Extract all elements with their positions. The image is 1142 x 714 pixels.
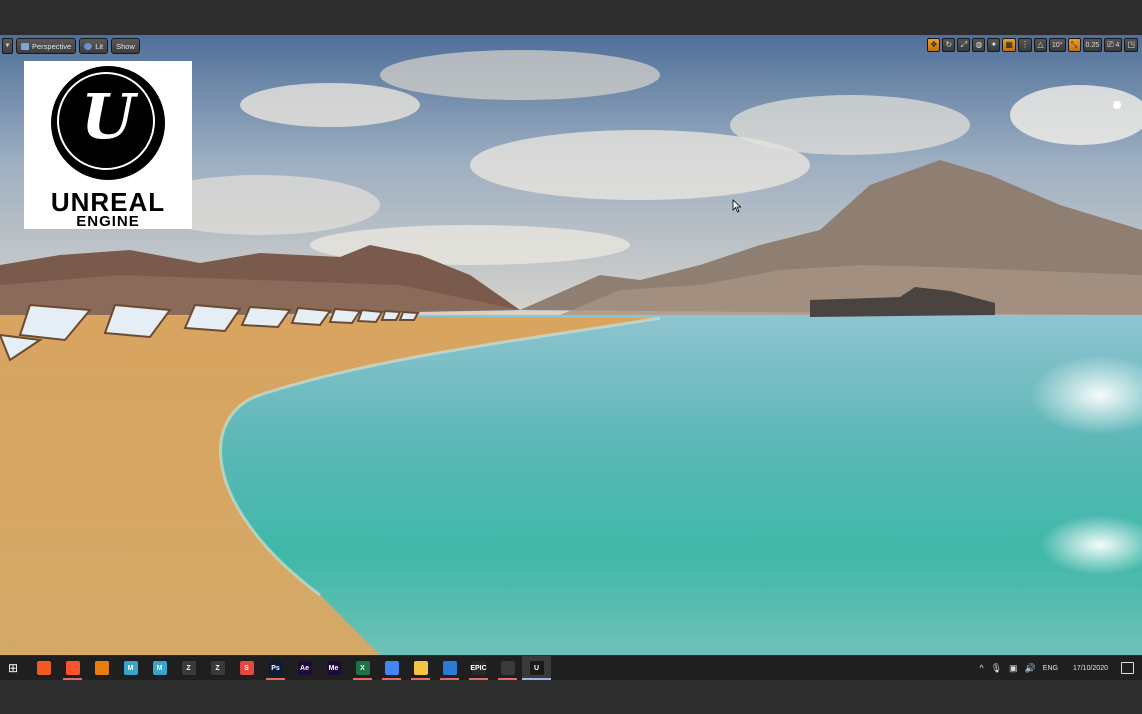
scale-mode-button[interactable]: ⤢ (957, 38, 971, 52)
camera-speed-button[interactable]: ⎚ 4 (1104, 38, 1123, 52)
photos-icon (442, 661, 457, 675)
rotate-icon: ↻ (945, 40, 953, 49)
scale-icon: ⤢ (960, 40, 968, 49)
taskbar-app-substance[interactable]: S (232, 656, 261, 680)
taskbar-app-obs[interactable] (493, 656, 522, 680)
chevron-down-icon: ▼ (4, 43, 11, 49)
maximize-icon: ◳ (1127, 40, 1135, 49)
blender-icon (94, 661, 109, 675)
taskbar-app-epic-games[interactable]: EPIC (464, 656, 493, 680)
network-icon[interactable]: ▣ (1009, 663, 1018, 674)
viewport-toolbar-right: ✥ ↻ ⤢ ◍ ✦ ▦ ⋮ △ 10° ⤡ 0.25 ⎚ 4 ◳ (927, 38, 1138, 52)
camera-speed-value: 4 (1115, 41, 1120, 49)
origin-icon (36, 661, 51, 675)
system-tray: ^ 🎙 ▣ 🔊 ENG 17/10/2020 (979, 656, 1142, 680)
lit-label: Lit (95, 41, 104, 51)
media-encoder-icon: Me (326, 661, 341, 675)
show-button[interactable]: Show (111, 38, 140, 54)
brave-icon (65, 661, 80, 675)
chevron-up-icon[interactable]: ^ (979, 663, 983, 673)
window-top-bar (0, 0, 1142, 35)
taskbar-app-docs[interactable] (377, 656, 406, 680)
maya-icon: M (123, 661, 138, 675)
taskbar-app-origin[interactable] (29, 656, 58, 680)
globe-icon: ◍ (975, 40, 983, 49)
maximize-viewport-button[interactable]: ◳ (1124, 38, 1138, 52)
perspective-button[interactable]: Perspective (16, 38, 77, 54)
surface-snap-button[interactable]: ✦ (987, 38, 1001, 52)
file-explorer-icon (413, 661, 428, 675)
notifications-icon[interactable] (1121, 662, 1134, 674)
rotation-snap-button[interactable]: △ (1033, 38, 1047, 52)
after-effects-icon: Ae (297, 661, 312, 675)
taskbar-app-excel[interactable]: X (348, 656, 377, 680)
viewport-options-dropdown[interactable]: ▼ (2, 38, 13, 54)
epic-games-icon: EPIC (470, 661, 487, 675)
perspective-label: Perspective (32, 41, 72, 51)
taskbar-app-maya-2[interactable]: M (145, 656, 174, 680)
taskbar-app-brave[interactable] (58, 656, 87, 680)
window-bottom-bar (0, 680, 1142, 714)
sphere-icon (84, 42, 93, 50)
language-indicator[interactable]: ENG (1043, 665, 1058, 672)
windows-icon: ⊞ (7, 661, 19, 675)
taskbar-app-file-explorer[interactable] (406, 656, 435, 680)
mouse-cursor-icon (732, 199, 742, 213)
lit-button[interactable]: Lit (79, 38, 109, 54)
snap-angle-value: 10° (1051, 41, 1063, 49)
unreal-engine-icon: U (529, 661, 544, 675)
taskbar-app-zbrush-2[interactable]: Z (203, 656, 232, 680)
start-button[interactable]: ⊞ (0, 656, 26, 680)
obs-icon (500, 661, 515, 675)
level-viewport[interactable]: ▼ Perspective Lit Show ✥ ↻ ⤢ ◍ ✦ ▦ ⋮ △ 1… (0, 35, 1142, 655)
ue-logo-word-engine: ENGINE (76, 213, 140, 230)
grid-size-icon: ⋮ (1020, 40, 1029, 49)
scale-snap-button[interactable]: ⤡ (1067, 38, 1081, 52)
angle-icon: △ (1037, 40, 1044, 49)
clock-date[interactable]: 17/10/2020 (1073, 665, 1108, 672)
substance-icon: S (239, 661, 254, 675)
taskbar-app-media-encoder[interactable]: Me (319, 656, 348, 680)
taskbar-app-zbrush[interactable]: Z (174, 656, 203, 680)
surface-snap-icon: ✦ (990, 40, 998, 49)
scale-snap-value-text: 0.25 (1085, 41, 1100, 49)
viewport-toolbar-left: ▼ Perspective Lit Show (2, 38, 140, 54)
camera-icon (21, 42, 29, 50)
axis-gizmo-icon: ↗ (7, 642, 13, 649)
rotate-mode-button[interactable]: ↻ (942, 38, 956, 52)
scale-snap-value[interactable]: 0.25 (1082, 38, 1103, 52)
camera-speed-icon: ⎚ (1107, 40, 1114, 49)
windows-taskbar: ⊞ M M Z Z S Ps Ae Me X EPIC U ^ 🎙 ▣ 🔊 ENG 17/10/20… (0, 656, 1142, 680)
taskbar-app-photoshop[interactable]: Ps (261, 656, 290, 680)
ue-logo-glyph: U (80, 80, 136, 153)
unreal-engine-logo: U UNREAL ENGINE (24, 61, 192, 230)
grid-size-dropdown[interactable]: ⋮ (1017, 38, 1032, 52)
maya-2-icon: M (152, 661, 167, 675)
taskbar-app-unreal-engine[interactable]: U (522, 656, 551, 680)
scale-snap-icon: ⤡ (1070, 40, 1078, 49)
ue-logo-circle: U (51, 66, 165, 180)
rotation-snap-value[interactable]: 10° (1048, 38, 1066, 52)
show-label: Show (116, 41, 135, 51)
taskbar-app-blender[interactable] (87, 656, 116, 680)
excel-icon: X (355, 661, 370, 675)
volume-icon[interactable]: 🔊 (1025, 663, 1036, 674)
world-local-button[interactable]: ◍ (972, 38, 986, 52)
translate-mode-button[interactable]: ✥ (927, 38, 941, 52)
taskbar-app-photos[interactable] (435, 656, 464, 680)
grid-snap-button[interactable]: ▦ (1002, 38, 1016, 52)
zbrush-2-icon: Z (210, 661, 225, 675)
move-icon: ✥ (930, 40, 938, 49)
taskbar-app-maya[interactable]: M (116, 656, 145, 680)
photoshop-icon: Ps (268, 661, 283, 675)
grid-icon: ▦ (1005, 40, 1013, 49)
docs-icon (384, 661, 399, 675)
microphone-icon[interactable]: 🎙 (991, 663, 1002, 674)
zbrush-icon: Z (181, 661, 196, 675)
taskbar-app-after-effects[interactable]: Ae (290, 656, 319, 680)
taskbar-apps: M M Z Z S Ps Ae Me X EPIC U (29, 656, 551, 680)
